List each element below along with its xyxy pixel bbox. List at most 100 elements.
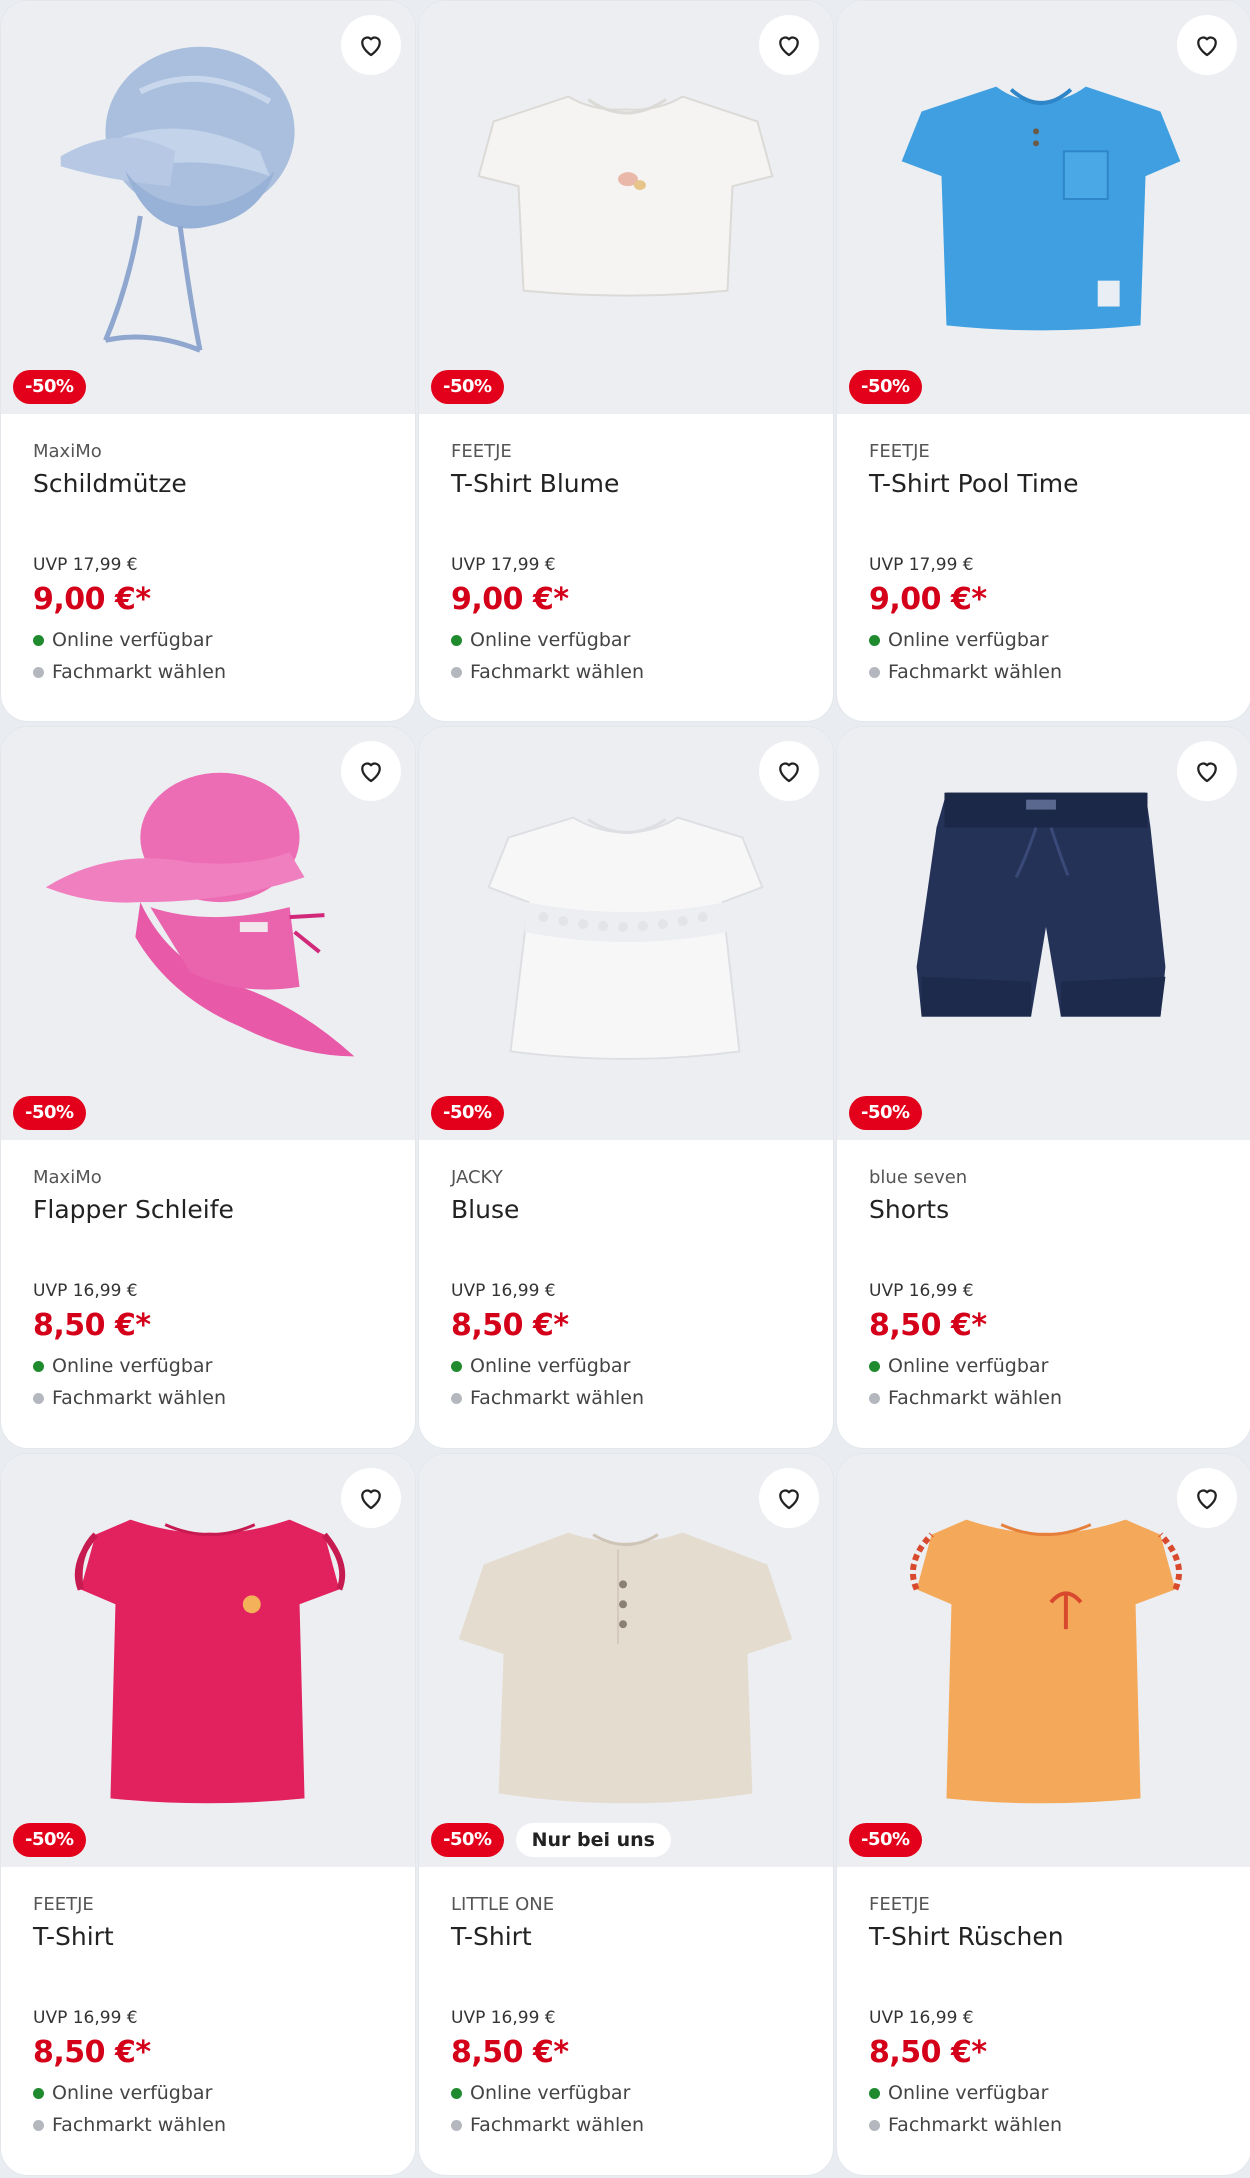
product-grid: -50% MaxiMo Schildmütze UVP 17,99 € 9,00… — [0, 0, 1250, 2178]
product-name[interactable]: Flapper Schleife — [33, 1194, 383, 1226]
product-image[interactable]: -50% — [419, 1, 833, 414]
product-uvp: UVP 16,99 € — [33, 2008, 138, 2028]
online-availability-label: Online verfügbar — [52, 1355, 213, 1377]
product-price: 8,50 €* — [869, 2035, 987, 2070]
product-card[interactable]: -50% FEETJE T-Shirt Blume UVP 17,99 € 9,… — [418, 0, 834, 722]
green-dot-icon — [451, 1360, 462, 1372]
badge-group: -50% — [13, 1823, 86, 1857]
store-select[interactable]: Fachmarkt wählen — [33, 660, 383, 684]
store-select-label[interactable]: Fachmarkt wählen — [888, 2113, 1062, 2137]
product-uvp: UVP 17,99 € — [451, 555, 556, 575]
store-select-label[interactable]: Fachmarkt wählen — [52, 660, 226, 684]
green-dot-icon — [33, 2087, 44, 2099]
wishlist-heart-button[interactable] — [341, 15, 401, 75]
product-name[interactable]: T-Shirt Blume — [451, 468, 801, 500]
product-image[interactable]: -50% — [1, 727, 415, 1140]
product-name[interactable]: Bluse — [451, 1194, 801, 1226]
product-info: LITTLE ONE T-Shirt UVP 16,99 € 8,50 €* O… — [419, 1867, 833, 2137]
green-dot-icon — [33, 1360, 44, 1372]
discount-badge: -50% — [431, 1096, 504, 1130]
product-brand: MaxiMo — [33, 1167, 102, 1188]
store-select[interactable]: Fachmarkt wählen — [451, 2113, 801, 2137]
product-uvp: UVP 16,99 € — [869, 2008, 974, 2028]
product-brand: JACKY — [451, 1167, 503, 1188]
product-card[interactable]: -50% JACKY Bluse UVP 16,99 € 8,50 €* Onl… — [418, 726, 834, 1449]
product-name[interactable]: Schildmütze — [33, 468, 383, 500]
product-name[interactable]: T-Shirt — [33, 1921, 383, 1953]
product-brand: FEETJE — [451, 441, 512, 462]
grey-dot-icon — [451, 2119, 462, 2131]
product-brand: FEETJE — [869, 441, 930, 462]
product-card[interactable]: -50% FEETJE T-Shirt Rüschen UVP 16,99 € … — [836, 1453, 1250, 2176]
product-name[interactable]: Shorts — [869, 1194, 1219, 1226]
product-name[interactable]: T-Shirt Pool Time — [869, 468, 1219, 500]
product-image[interactable]: -50% — [419, 727, 833, 1140]
online-availability-label: Online verfügbar — [470, 1355, 631, 1377]
grey-dot-icon — [451, 666, 462, 678]
store-select[interactable]: Fachmarkt wählen — [451, 1386, 801, 1410]
grey-dot-icon — [33, 666, 44, 678]
green-dot-icon — [451, 2087, 462, 2099]
store-select-label[interactable]: Fachmarkt wählen — [470, 1386, 644, 1410]
product-name[interactable]: T-Shirt Rüschen — [869, 1921, 1219, 1953]
wishlist-heart-button[interactable] — [1177, 15, 1237, 75]
store-select-label[interactable]: Fachmarkt wählen — [888, 660, 1062, 684]
online-availability: Online verfügbar — [451, 2081, 801, 2105]
store-select[interactable]: Fachmarkt wählen — [869, 660, 1219, 684]
badge-group: -50% — [431, 1096, 504, 1130]
store-select[interactable]: Fachmarkt wählen — [33, 1386, 383, 1410]
product-price: 9,00 €* — [451, 582, 569, 617]
grey-dot-icon — [869, 2119, 880, 2131]
store-select-label[interactable]: Fachmarkt wählen — [888, 1386, 1062, 1410]
product-card[interactable]: -50% MaxiMo Flapper Schleife UVP 16,99 €… — [0, 726, 416, 1449]
product-uvp: UVP 17,99 € — [869, 555, 974, 575]
product-image[interactable]: -50% — [837, 727, 1250, 1140]
store-select-label[interactable]: Fachmarkt wählen — [52, 2113, 226, 2137]
product-uvp: UVP 16,99 € — [451, 1281, 556, 1301]
product-info: FEETJE T-Shirt Rüschen UVP 16,99 € 8,50 … — [837, 1867, 1250, 2137]
badge-group: -50% — [849, 1096, 922, 1130]
store-select-label[interactable]: Fachmarkt wählen — [470, 2113, 644, 2137]
product-card[interactable]: -50% MaxiMo Schildmütze UVP 17,99 € 9,00… — [0, 0, 416, 722]
product-brand: LITTLE ONE — [451, 1894, 555, 1915]
heart-icon — [361, 762, 381, 783]
product-name[interactable]: T-Shirt — [451, 1921, 801, 1953]
product-image[interactable]: -50% — [1, 1454, 415, 1867]
store-select[interactable]: Fachmarkt wählen — [869, 1386, 1219, 1410]
wishlist-heart-button[interactable] — [1177, 1468, 1237, 1528]
store-select[interactable]: Fachmarkt wählen — [451, 660, 801, 684]
store-select[interactable]: Fachmarkt wählen — [33, 2113, 383, 2137]
heart-icon — [779, 36, 799, 57]
heart-icon — [1197, 1489, 1217, 1510]
product-price: 9,00 €* — [33, 582, 151, 617]
badge-group: -50% — [13, 1096, 86, 1130]
heart-icon — [361, 1489, 381, 1510]
online-availability-label: Online verfügbar — [888, 2082, 1049, 2104]
wishlist-heart-button[interactable] — [759, 741, 819, 801]
wishlist-heart-button[interactable] — [341, 1468, 401, 1528]
product-card[interactable]: -50% FEETJE T-Shirt UVP 16,99 € 8,50 €* … — [0, 1453, 416, 2176]
product-image[interactable]: -50% — [1, 1, 415, 414]
product-uvp: UVP 16,99 € — [33, 1281, 138, 1301]
wishlist-heart-button[interactable] — [759, 1468, 819, 1528]
wishlist-heart-button[interactable] — [1177, 741, 1237, 801]
store-select[interactable]: Fachmarkt wählen — [869, 2113, 1219, 2137]
product-uvp: UVP 16,99 € — [451, 2008, 556, 2028]
wishlist-heart-button[interactable] — [341, 741, 401, 801]
wishlist-heart-button[interactable] — [759, 15, 819, 75]
product-info: blue seven Shorts UVP 16,99 € 8,50 €* On… — [837, 1140, 1250, 1410]
store-select-label[interactable]: Fachmarkt wählen — [52, 1386, 226, 1410]
product-price: 8,50 €* — [451, 1308, 569, 1343]
product-card[interactable]: -50% FEETJE T-Shirt Pool Time UVP 17,99 … — [836, 0, 1250, 722]
product-image[interactable]: -50% — [837, 1, 1250, 414]
product-card[interactable]: -50% blue seven Shorts UVP 16,99 € 8,50 … — [836, 726, 1250, 1449]
online-availability: Online verfügbar — [869, 628, 1219, 652]
product-image[interactable]: -50% Nur bei uns — [419, 1454, 833, 1867]
product-card[interactable]: -50% Nur bei uns LITTLE ONE T-Shirt UVP … — [418, 1453, 834, 2176]
product-image[interactable]: -50% — [837, 1454, 1250, 1867]
store-select-label[interactable]: Fachmarkt wählen — [470, 660, 644, 684]
product-brand: FEETJE — [869, 1894, 930, 1915]
online-availability-label: Online verfügbar — [52, 2082, 213, 2104]
badge-group: -50% — [431, 370, 504, 404]
product-info: FEETJE T-Shirt Blume UVP 17,99 € 9,00 €*… — [419, 414, 833, 684]
